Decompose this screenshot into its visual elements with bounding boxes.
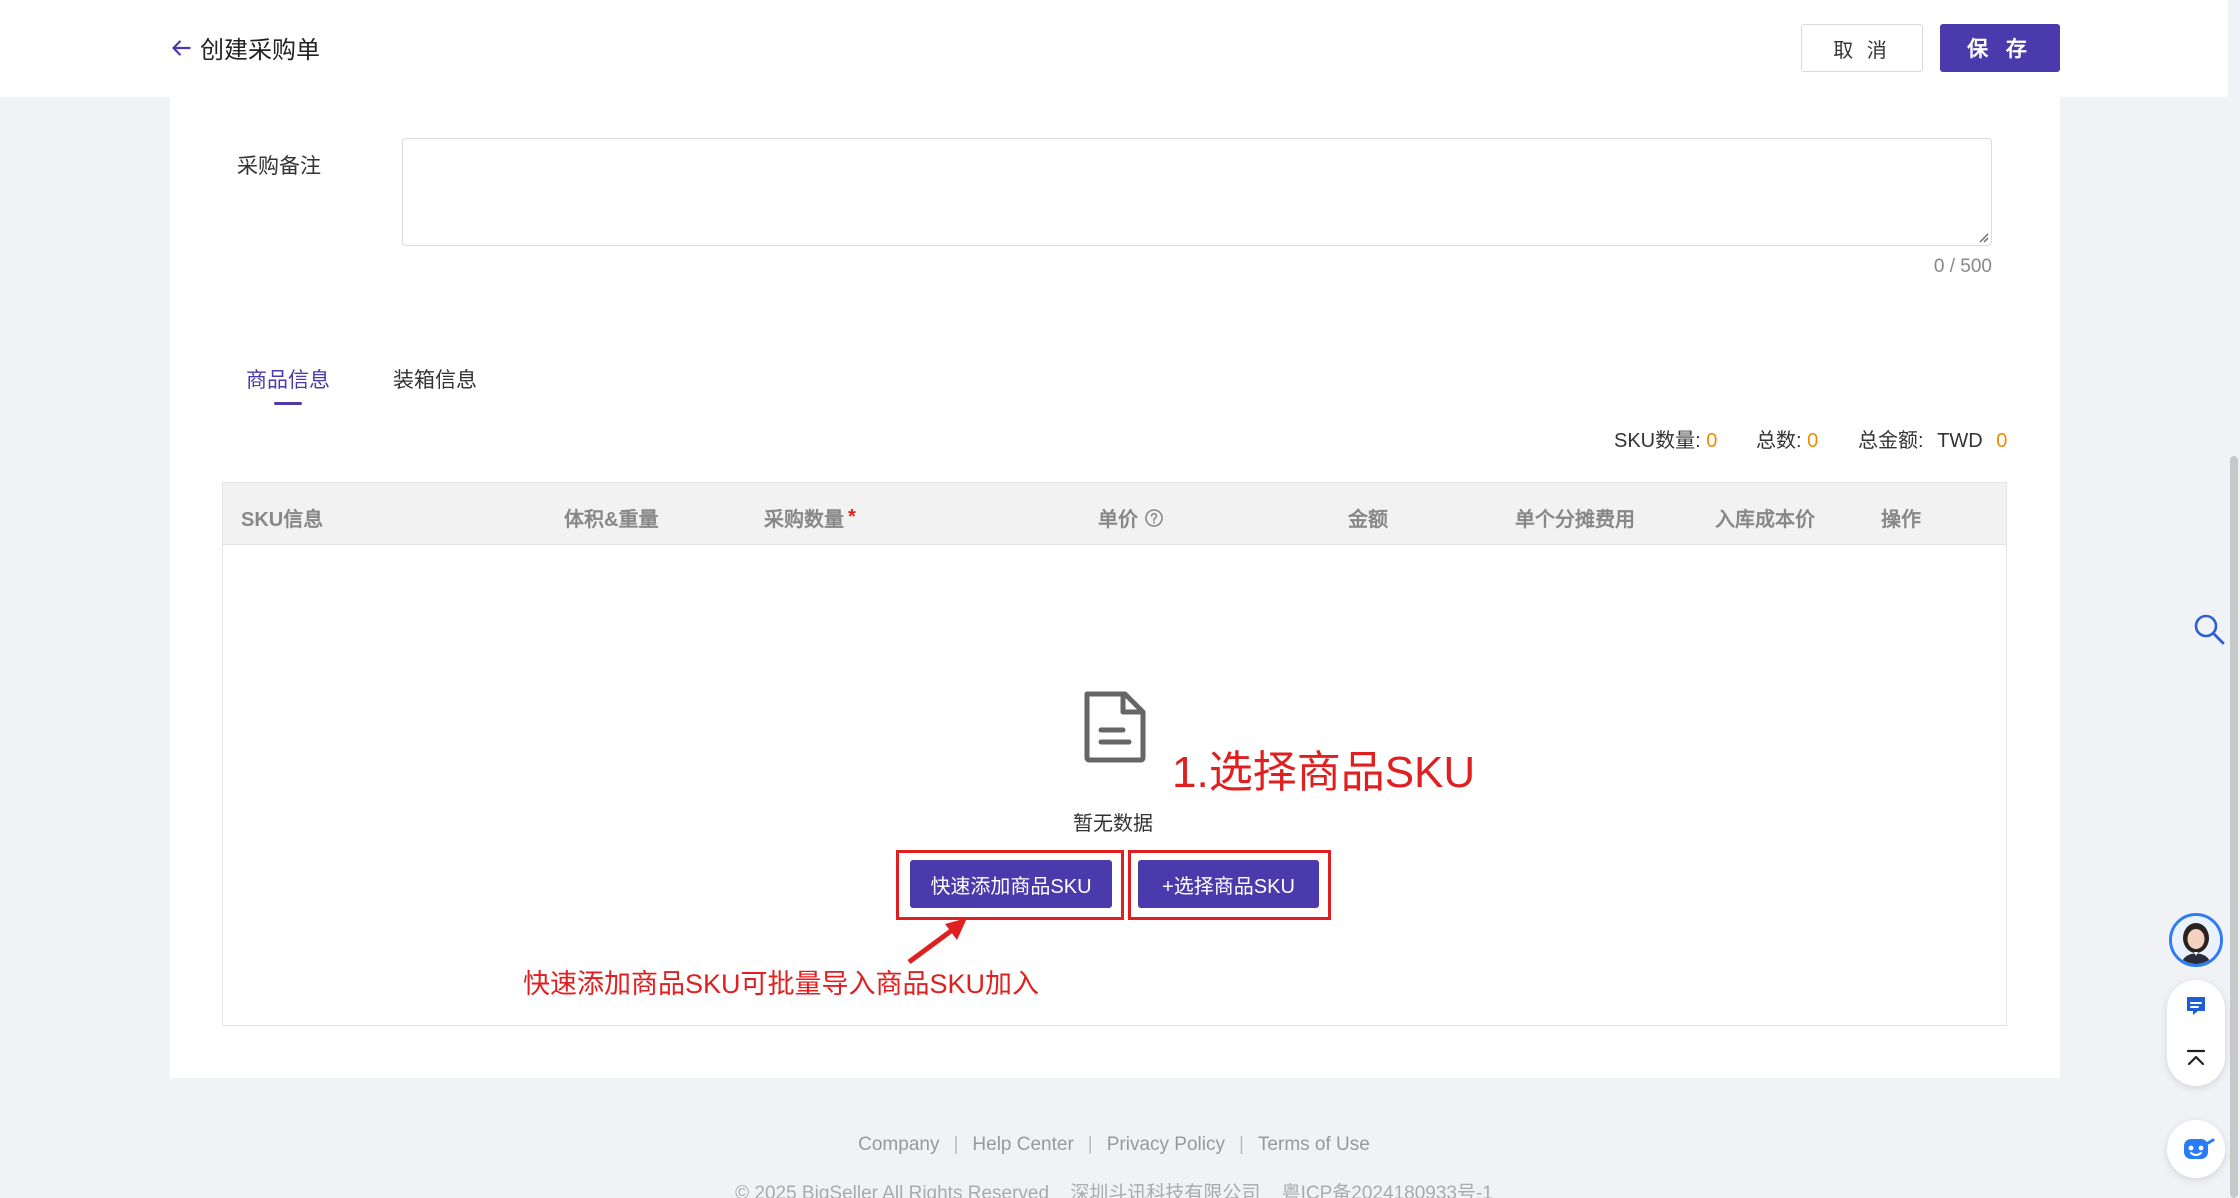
total-label: 总数: <box>1756 430 1802 452</box>
remark-textarea[interactable] <box>402 138 1992 246</box>
amount-value: 0 <box>1996 430 2008 452</box>
tab-packing-info[interactable]: 装箱信息 <box>393 364 477 394</box>
column-header-sku-info: SKU信息 <box>241 509 324 531</box>
remark-counter: 0 / 500 <box>1933 256 1992 277</box>
company-name: 深圳斗讯科技有限公司 <box>1070 1183 1261 1198</box>
tab-product-info[interactable]: 商品信息 <box>246 364 330 394</box>
remark-label: 采购备注 <box>237 155 321 178</box>
resize-handle-icon[interactable] <box>1977 231 1989 243</box>
document-icon <box>1084 691 1146 763</box>
column-header-allocated-fee: 单个分摊费用 <box>1515 509 1635 531</box>
search-icon[interactable] <box>2192 612 2226 646</box>
amount-summary: 总金额: TWD 0 <box>1858 424 2007 453</box>
sku-count-value: 0 <box>1706 430 1718 452</box>
select-sku-button[interactable]: +选择商品SKU <box>1138 860 1319 908</box>
cancel-button[interactable]: 取 消 <box>1801 24 1923 72</box>
column-header-volume-weight: 体积&重量 <box>564 509 659 531</box>
empty-state-text: 暂无数据 <box>1073 813 1153 835</box>
amount-label: 总金额: <box>1858 430 1924 452</box>
page-header: 创建采购单 取 消 保 存 <box>0 0 2228 97</box>
required-mark: * <box>848 506 856 528</box>
copyright-text: © 2025 BigSeller All Rights Reserved <box>735 1183 1050 1198</box>
chat-icon[interactable] <box>2183 993 2209 1019</box>
total-summary: 总数: 0 <box>1756 424 1818 453</box>
footer-link-help-center[interactable]: Help Center <box>972 1134 1073 1155</box>
save-button[interactable]: 保 存 <box>1940 24 2060 72</box>
annotation-tip: 快速添加商品SKU可批量导入商品SKU加入 <box>523 969 1040 999</box>
arrow-left-icon <box>172 39 191 56</box>
table-header: SKU信息 体积&重量 采购数量 * 单价 金额 单个分摊费用 入库成本价 操作 <box>223 483 2006 545</box>
currency-label: TWD <box>1937 430 1983 452</box>
page-title: 创建采购单 <box>200 37 320 64</box>
scrollbar-thumb[interactable] <box>2230 456 2238 1198</box>
back-button[interactable]: 创建采购单 <box>168 30 320 65</box>
question-circle-icon[interactable] <box>1144 508 1164 528</box>
quick-add-sku-button[interactable]: 快速添加商品SKU <box>910 860 1112 908</box>
annotation-step1: 1.选择商品SKU <box>1172 748 1476 797</box>
column-header-landed-cost: 入库成本价 <box>1715 509 1815 531</box>
robot-icon <box>2184 1138 2215 1159</box>
total-value: 0 <box>1807 430 1819 452</box>
footer-links: Company | Help Center | Privacy Policy | Terms… <box>858 1134 1370 1155</box>
support-agent-avatar[interactable] <box>2169 913 2223 967</box>
column-header-amount: 金额 <box>1348 509 1388 531</box>
footer-link-terms-of-use[interactable]: Terms of Use <box>1258 1134 1370 1155</box>
sku-table: SKU信息 体积&重量 采购数量 * 单价 金额 单个分摊费用 入库成本价 操作 … <box>222 482 2007 1026</box>
column-header-unit-price: 单价 <box>1098 503 1164 532</box>
agent-avatar-icon <box>2172 916 2220 964</box>
sku-count-label: SKU数量: <box>1614 430 1701 452</box>
icp-number[interactable]: 粤ICP备2024180933号-1 <box>1282 1183 1493 1198</box>
annotation-arrow-icon <box>907 918 967 965</box>
footer-link-company[interactable]: Company <box>858 1134 939 1155</box>
column-header-actions: 操作 <box>1881 509 1921 531</box>
sku-count-summary: SKU数量: 0 <box>1614 424 1717 453</box>
assistant-bot-button[interactable] <box>2167 1120 2225 1178</box>
footer-copyright: © 2025 BigSeller All Rights Reserved 深圳斗… <box>0 1178 2228 1198</box>
tab-active-indicator <box>274 402 302 405</box>
footer-link-privacy-policy[interactable]: Privacy Policy <box>1107 1134 1225 1155</box>
back-to-top-icon[interactable] <box>2183 1046 2209 1072</box>
column-header-purchase-qty: 采购数量 * <box>764 506 856 531</box>
